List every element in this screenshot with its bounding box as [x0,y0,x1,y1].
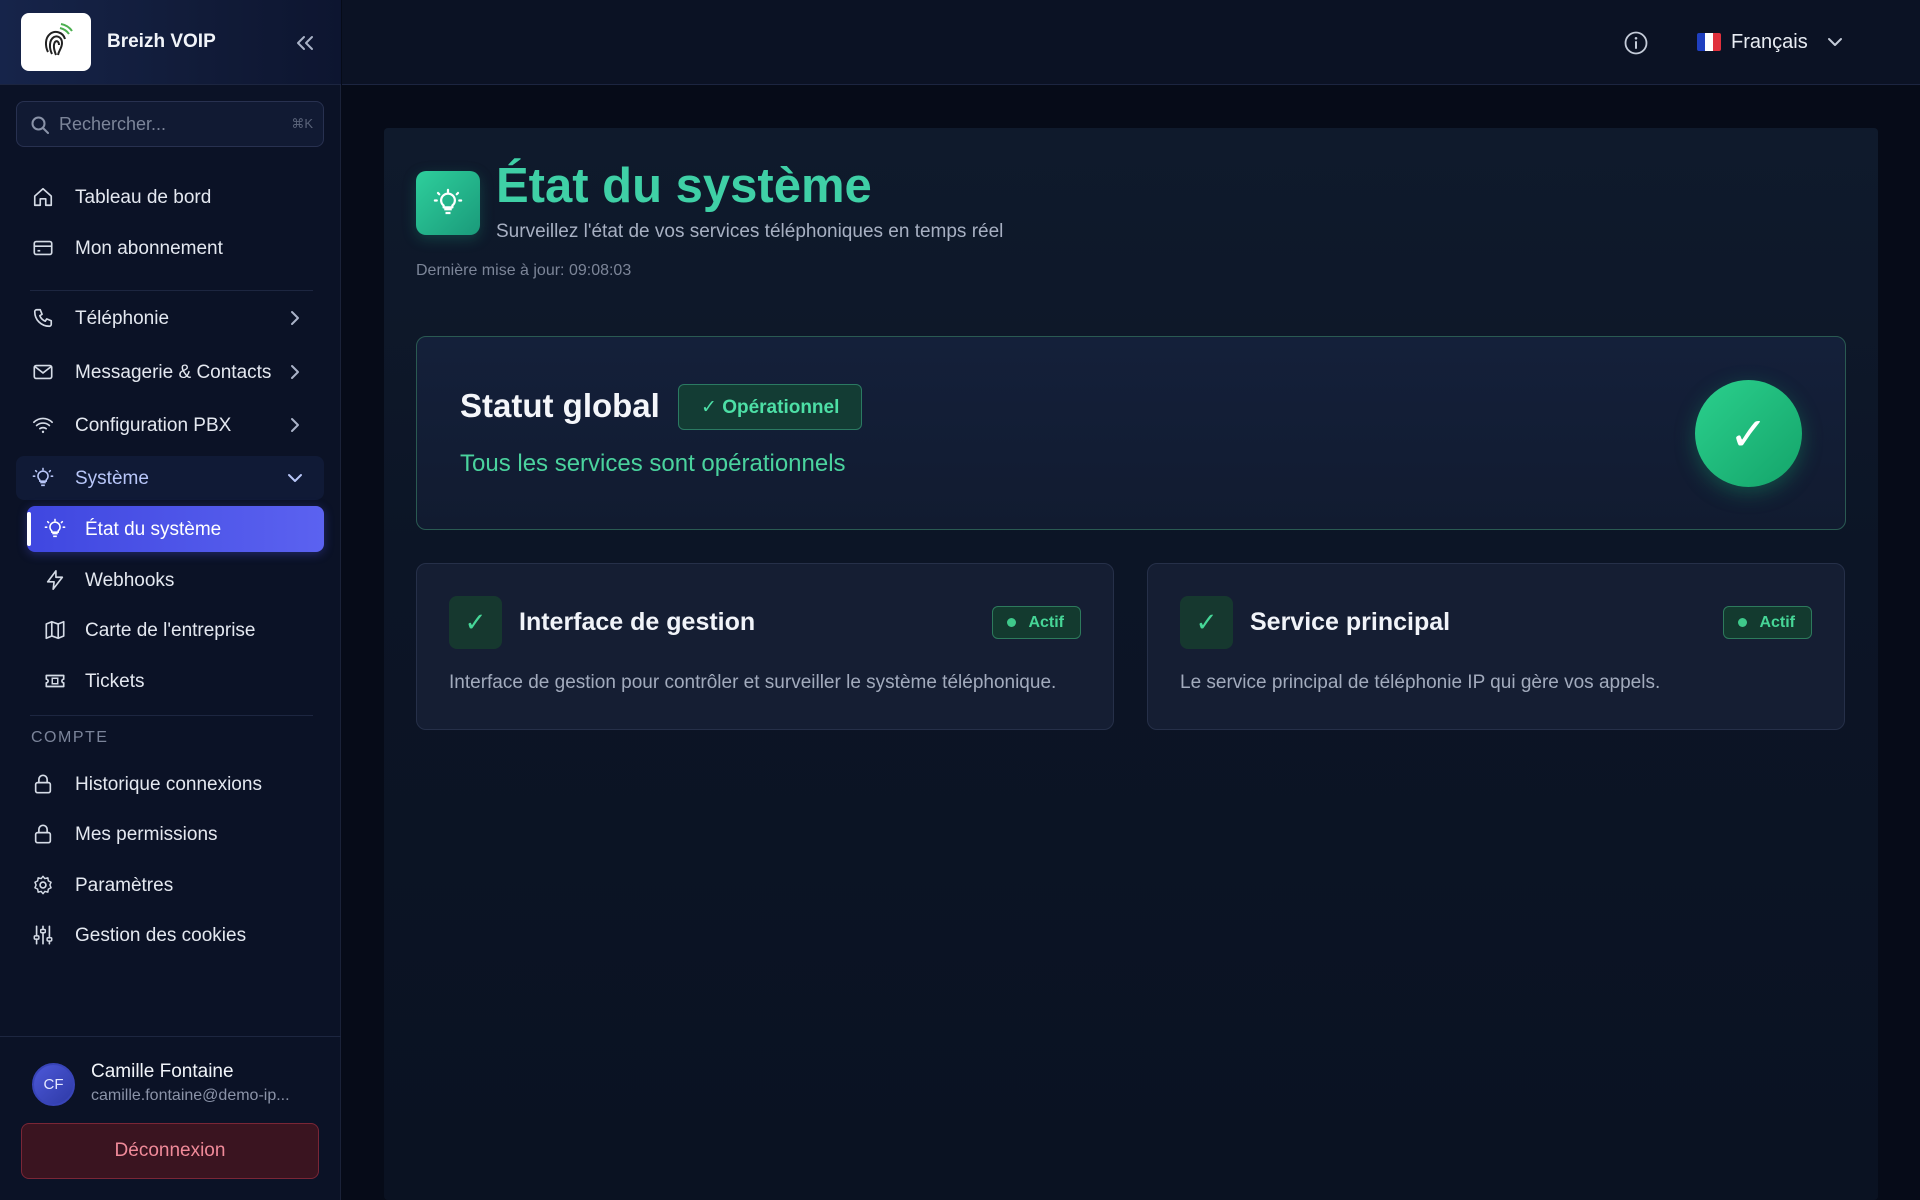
page-title: État du système [496,159,872,213]
sidebar-item-tickets[interactable]: Tickets [27,658,324,704]
credit-card-icon [33,240,53,256]
check-icon: ✓ [1180,596,1233,649]
french-flag-icon [1697,33,1721,51]
global-status-description: Tous les services sont opérationnels [460,450,846,477]
phone-icon [33,308,53,328]
lightbulb-icon [32,467,54,487]
sidebar-item-label: Configuration PBX [75,415,232,436]
sidebar: Breizh VOIP ⌘K Tableau de bord Mon abonn… [0,0,341,1200]
status-badge: Actif [992,606,1081,639]
sidebar-item-label: Mon abonnement [75,238,223,259]
mail-icon [33,364,53,380]
brand-logo[interactable] [21,13,91,71]
lightbulb-icon [44,518,66,538]
sidebar-item-label: Tickets [85,671,145,692]
sidebar-item-label: Tableau de bord [75,187,212,208]
chevron-right-icon [291,365,299,379]
service-card-management: ✓ Interface de gestion Actif Interface d… [416,563,1114,730]
sidebar-item-system[interactable]: Système [16,456,324,500]
sidebar-item-label: Historique connexions [75,774,262,795]
last-update: Dernière mise à jour: 09:08:03 [416,262,632,279]
service-name: Interface de gestion [519,608,756,636]
sidebar-item-webhooks[interactable]: Webhooks [27,557,324,603]
sidebar-item-messaging[interactable]: Messagerie & Contacts [16,350,324,394]
sidebar-item-label: Système [75,468,149,489]
sidebar-item-system-status[interactable]: État du système [27,506,324,552]
sidebar-item-pbx-config[interactable]: Configuration PBX [16,403,324,447]
sidebar-item-label: Paramètres [75,875,174,896]
sidebar-item-label: Téléphonie [75,308,170,329]
status-dot-icon [1007,618,1017,627]
sidebar-item-label: Gestion des cookies [75,925,247,946]
status-badge: Actif [1723,606,1812,639]
gear-icon [34,875,52,895]
service-name: Service principal [1250,608,1451,636]
sidebar-item-company-map[interactable]: Carte de l'entreprise [27,607,324,653]
sidebar-item-dashboard[interactable]: Tableau de bord [16,175,324,219]
language-selector[interactable]: Français [1697,26,1844,58]
service-description: Interface de gestion pour contrôler et s… [449,672,1057,693]
global-status-title: Statut global [460,387,660,424]
search-icon [31,116,49,134]
sidebar-item-telephony[interactable]: Téléphonie [16,296,324,340]
chevron-right-icon [291,311,299,325]
sidebar-item-label: Messagerie & Contacts [75,362,272,383]
section-title-account: COMPTE [31,729,109,746]
user-name: Camille Fontaine [91,1061,234,1082]
info-button[interactable] [1623,30,1649,56]
sidebar-item-label: Mes permissions [75,824,218,845]
status-label: Actif [1759,613,1795,631]
status-dot-icon [1738,618,1748,627]
lightning-icon [46,570,64,590]
sidebar-divider [30,715,313,716]
sliders-icon [33,925,53,945]
sidebar-item-subscription[interactable]: Mon abonnement [16,226,324,270]
status-label: Actif [1028,613,1064,631]
global-status-card: Statut global ✓ Opérationnel Tous les se… [416,336,1846,530]
search-shortcut: ⌘K [291,116,313,131]
chevron-right-icon [291,418,299,432]
sidebar-item-label: Webhooks [85,570,175,591]
info-icon [1624,31,1648,55]
sidebar-item-label: Carte de l'entreprise [85,620,256,641]
sidebar-item-cookies[interactable]: Gestion des cookies [16,913,324,957]
fingerprint-logo-icon [44,23,73,56]
lightbulb-icon [433,188,463,215]
search-box: ⌘K [16,101,324,147]
search-input[interactable] [59,110,279,138]
map-icon [45,620,65,640]
service-description: Le service principal de téléphonie IP qu… [1180,672,1661,693]
status-badge: ✓ Opérationnel [678,384,863,430]
check-icon: ✓ [449,596,502,649]
sidebar-item-login-history[interactable]: Historique connexions [16,762,324,806]
page-subtitle: Surveillez l'état de vos services téléph… [496,221,1004,242]
lock-icon [34,774,52,794]
service-card-main: ✓ Service principal Actif Le service pri… [1147,563,1845,730]
chevron-down-icon [288,474,302,482]
language-label: Français [1731,30,1808,53]
home-icon [33,187,53,207]
sidebar-header: Breizh VOIP [0,0,341,85]
brand-name: Breizh VOIP [107,31,216,52]
user-panel: CF Camille Fontaine camille.fontaine@dem… [0,1036,341,1200]
user-email: camille.fontaine@demo-ip... [91,1087,290,1104]
sidebar-item-permissions[interactable]: Mes permissions [16,812,324,856]
chevrons-left-icon [297,36,313,50]
top-bar: Français [342,0,1920,85]
logout-button[interactable]: Déconnexion [21,1123,319,1179]
sidebar-item-settings[interactable]: Paramètres [16,863,324,907]
wifi-icon [33,417,53,434]
check-circle-icon: ✓ [1695,380,1802,487]
sidebar-divider [30,290,313,291]
ticket-icon [45,674,65,688]
sidebar-item-label: État du système [85,519,222,540]
chevron-down-icon [1827,38,1842,46]
collapse-sidebar-button[interactable] [290,28,320,58]
page-title-badge [416,171,480,235]
lock-icon [34,824,52,844]
avatar[interactable]: CF [32,1063,75,1106]
